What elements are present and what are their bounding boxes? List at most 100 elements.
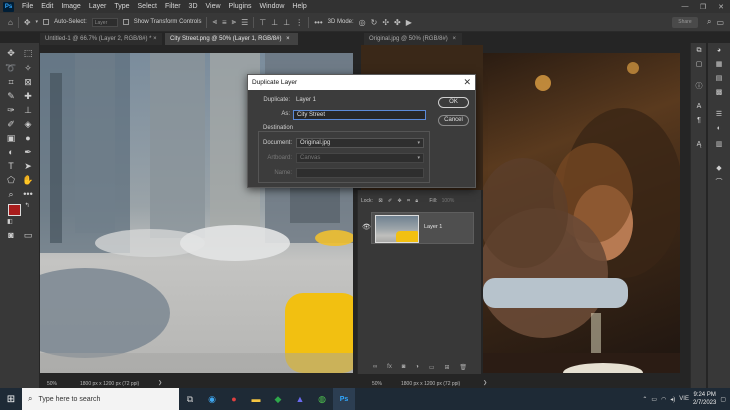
close-icon[interactable]: ✕ xyxy=(463,75,471,90)
menu-edit[interactable]: Edit xyxy=(37,3,57,10)
close-icon[interactable]: × xyxy=(286,36,290,42)
default-colors-icon[interactable]: ◧ xyxy=(3,216,17,229)
healing-brush-icon[interactable]: ✚ xyxy=(21,90,35,103)
dodge-tool-icon[interactable]: ◐ xyxy=(4,146,18,159)
libraries-icon[interactable]: ▥ xyxy=(712,139,726,151)
marquee-tool-icon[interactable]: ⬚ xyxy=(21,47,35,60)
color-icon[interactable]: ◕ xyxy=(712,45,726,57)
add-mask-icon[interactable]: ◙ xyxy=(402,364,406,370)
paths-icon[interactable]: ⌒ xyxy=(712,177,726,189)
path-select-icon[interactable]: ➤ xyxy=(21,160,35,173)
align-center-icon[interactable]: ≡ xyxy=(222,18,227,27)
file-explorer-icon[interactable]: ▬ xyxy=(245,388,267,410)
move-tool-icon[interactable]: ✥ xyxy=(24,18,31,27)
align-bottom-icon[interactable]: ⊥ xyxy=(283,18,290,27)
share-button[interactable]: Share xyxy=(671,16,698,28)
slide-3d-icon[interactable]: ✤ xyxy=(394,18,401,27)
zoom-tool-icon[interactable]: ⌕ xyxy=(4,188,18,201)
lasso-tool-icon[interactable]: ➰ xyxy=(4,62,18,75)
link-layers-icon[interactable]: ∞ xyxy=(373,364,377,370)
ok-button[interactable]: OK xyxy=(438,97,469,108)
fx-icon[interactable]: fx xyxy=(387,364,392,370)
distribute-icon[interactable]: ☰ xyxy=(241,18,248,27)
info-icon[interactable]: ⓘ xyxy=(692,81,706,93)
as-name-input[interactable]: City Street xyxy=(293,110,426,120)
new-group-icon[interactable]: ▭ xyxy=(429,364,435,371)
move-tool-icon[interactable]: ✥ xyxy=(4,47,18,60)
history-brush-icon[interactable]: ✐ xyxy=(4,118,18,131)
type-tool-icon[interactable]: T xyxy=(4,160,18,173)
task-view-icon[interactable]: ⧉ xyxy=(179,388,201,410)
lock-transparency-icon[interactable]: ⊠ xyxy=(378,198,382,204)
menu-3d[interactable]: 3D xyxy=(185,3,202,10)
history-icon[interactable]: ⧉ xyxy=(692,45,706,57)
auto-select-dropdown[interactable]: Layer xyxy=(91,17,118,27)
lock-all-icon[interactable]: 🔒︎ xyxy=(415,198,418,204)
app-icon[interactable]: ▲ xyxy=(289,388,311,410)
language-indicator[interactable]: VIE xyxy=(679,396,689,402)
swap-colors-icon[interactable]: ↰ xyxy=(20,200,34,213)
original-canvas[interactable] xyxy=(483,53,680,373)
glyphs-icon[interactable]: Ą xyxy=(692,139,706,151)
gradient-tool-icon[interactable]: ▣ xyxy=(4,132,18,145)
menu-view[interactable]: View xyxy=(202,3,225,10)
shape-tool-icon[interactable]: ⬠ xyxy=(4,174,18,187)
menu-image[interactable]: Image xyxy=(57,3,84,10)
pan-3d-icon[interactable]: ✣ xyxy=(382,18,389,27)
magic-wand-icon[interactable]: ✧ xyxy=(21,62,35,75)
more-options-icon[interactable]: ••• xyxy=(314,18,322,27)
restore-button[interactable]: ❐ xyxy=(694,3,712,11)
comments-icon[interactable]: ▢ xyxy=(692,59,706,71)
pen-tool-icon[interactable]: ✒ xyxy=(21,146,35,159)
volume-icon[interactable]: ◂) xyxy=(670,396,675,403)
menu-layer[interactable]: Layer xyxy=(85,3,111,10)
layer-row[interactable]: Layer 1 xyxy=(371,212,474,244)
orbit-icon[interactable]: ◎ xyxy=(359,18,366,27)
layer-name[interactable]: Layer 1 xyxy=(424,224,442,230)
adjustment-layer-icon[interactable]: ◑ xyxy=(415,364,419,370)
close-icon[interactable]: × xyxy=(452,36,456,42)
quick-mask-icon[interactable]: ◙ xyxy=(4,229,18,242)
tab-untitled-1[interactable]: Untitled-1 @ 66.7% (Layer 2, RGB/8#) * × xyxy=(40,33,162,45)
chevron-down-icon[interactable]: ▾ xyxy=(36,19,39,25)
patterns-icon[interactable]: ▩ xyxy=(712,87,726,99)
crop-tool-icon[interactable]: ⌗ xyxy=(4,76,18,89)
workspace-icon[interactable]: ▭ xyxy=(716,18,724,27)
cancel-button[interactable]: Cancel xyxy=(438,115,469,126)
menu-type[interactable]: Type xyxy=(110,3,133,10)
app-icon[interactable]: ◆ xyxy=(267,388,289,410)
auto-select-checkbox[interactable] xyxy=(43,19,50,25)
transform-controls-checkbox[interactable] xyxy=(122,19,129,25)
hand-tool-icon[interactable]: ✋ xyxy=(21,174,35,187)
menu-plugins[interactable]: Plugins xyxy=(225,3,256,10)
chevron-right-icon[interactable]: ❯ xyxy=(158,380,162,386)
home-icon[interactable]: ⌂ xyxy=(8,18,13,27)
properties-icon[interactable]: ☰ xyxy=(712,109,726,121)
gradients-icon[interactable]: ▤ xyxy=(712,73,726,85)
recorder-icon[interactable]: ● xyxy=(223,388,245,410)
frame-tool-icon[interactable]: ⊠ xyxy=(21,76,35,89)
blur-tool-icon[interactable]: ● xyxy=(21,132,35,145)
align-top-icon[interactable]: ⊤ xyxy=(259,18,266,27)
lock-pixels-icon[interactable]: ✐ xyxy=(388,198,392,204)
menu-window[interactable]: Window xyxy=(256,3,289,10)
monitor-icon[interactable]: ▭ xyxy=(651,396,657,403)
brush-tool-icon[interactable]: ✑ xyxy=(4,104,18,117)
wifi-icon[interactable]: ◠ xyxy=(661,396,666,403)
chevron-up-icon[interactable]: ⌃ xyxy=(642,396,647,403)
clock[interactable]: 9:24 PM 2/7/2023 xyxy=(693,391,716,407)
align-right-icon[interactable]: ⫸ xyxy=(232,17,237,27)
eyedropper-icon[interactable]: ✎ xyxy=(4,90,18,103)
search-icon[interactable]: ⌕ xyxy=(707,17,711,27)
swatches-icon[interactable]: ▦ xyxy=(712,59,726,71)
eye-icon[interactable]: 👁︎ xyxy=(362,223,371,231)
tab-original[interactable]: Original.jpg @ 50% (RGB/8#) × xyxy=(364,33,462,45)
fill-value[interactable]: 100% xyxy=(442,198,455,204)
photoshop-taskbar-icon[interactable]: Ps xyxy=(333,388,355,410)
distribute-vertical-icon[interactable]: ⋮ xyxy=(295,18,303,27)
chrome-icon[interactable]: ◍ xyxy=(311,388,333,410)
chevron-right-icon[interactable]: ❯ xyxy=(483,380,487,386)
menu-help[interactable]: Help xyxy=(288,3,310,10)
align-middle-icon[interactable]: ⊥ xyxy=(271,18,278,27)
align-left-icon[interactable]: ⫷ xyxy=(212,17,217,27)
